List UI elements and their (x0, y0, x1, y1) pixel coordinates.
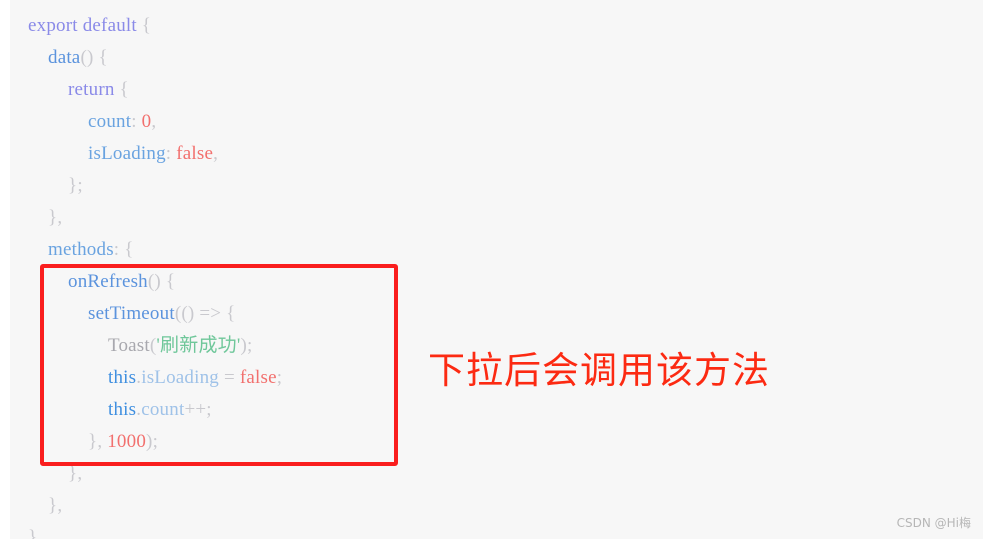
code-token: } (28, 527, 38, 539)
code-token: setTimeout (88, 303, 175, 324)
code-block[interactable]: export default {data() {return {count: 0… (10, 0, 983, 539)
code-line: export default { (10, 10, 983, 42)
code-token: '刷新成功' (156, 335, 241, 356)
code-token: isLoading (141, 367, 220, 388)
code-token: default (82, 15, 137, 36)
code-token: 1000 (107, 431, 147, 452)
code-line: onRefresh() { (10, 266, 983, 298)
code-token: ++; (184, 399, 212, 420)
code-token: isLoading (88, 143, 166, 164)
code-line: }, (10, 458, 983, 490)
code-token: false (176, 143, 214, 164)
screenshot-root: export default {data() {return {count: 0… (0, 0, 983, 539)
code-token: onRefresh (68, 271, 148, 292)
code-token: false (239, 367, 277, 388)
code-token: export (28, 15, 78, 36)
code-token: : { (113, 239, 134, 260)
code-token: () { (80, 47, 108, 68)
code-line: return { (10, 74, 983, 106)
code-token: : (131, 111, 142, 132)
code-line: }; (10, 170, 983, 202)
code-token: this (108, 367, 137, 388)
code-panel: export default {data() {return {count: 0… (10, 0, 983, 539)
code-line: setTimeout(() => { (10, 298, 983, 330)
code-token: = (219, 367, 240, 388)
code-token: , (213, 143, 219, 164)
code-token: , (151, 111, 157, 132)
code-token: data (48, 47, 81, 68)
code-line: }, (10, 202, 983, 234)
csdn-watermark: CSDN @Hi梅 (896, 516, 971, 530)
code-token: }, (88, 431, 108, 452)
code-line: data() { (10, 42, 983, 74)
code-token: ); (146, 431, 159, 452)
code-token: count (141, 399, 185, 420)
code-line: } (10, 522, 983, 539)
code-token: this (108, 399, 137, 420)
code-token: }; (68, 175, 83, 196)
code-token: (() => { (174, 303, 236, 324)
code-line: }, 1000); (10, 426, 983, 458)
code-token: count (88, 111, 132, 132)
code-token: }, (48, 495, 63, 516)
code-token: return (68, 79, 115, 100)
code-line: }, (10, 490, 983, 522)
code-token: Toast (108, 335, 150, 356)
code-token: ; (276, 367, 283, 388)
code-token: methods (48, 239, 114, 260)
code-line: this.count++; (10, 394, 983, 426)
code-token: ); (240, 335, 253, 356)
annotation-label: 下拉后会调用该方法 (428, 349, 770, 392)
code-token: 0 (141, 111, 152, 132)
code-token: : (165, 143, 177, 164)
code-token: { (114, 79, 129, 100)
code-line: methods: { (10, 234, 983, 266)
code-token: }, (48, 207, 63, 228)
code-line: count: 0, (10, 106, 983, 138)
code-token: { (136, 15, 152, 36)
code-token: () { (147, 271, 176, 292)
code-line: isLoading: false, (10, 138, 983, 170)
code-token: }, (68, 463, 83, 484)
